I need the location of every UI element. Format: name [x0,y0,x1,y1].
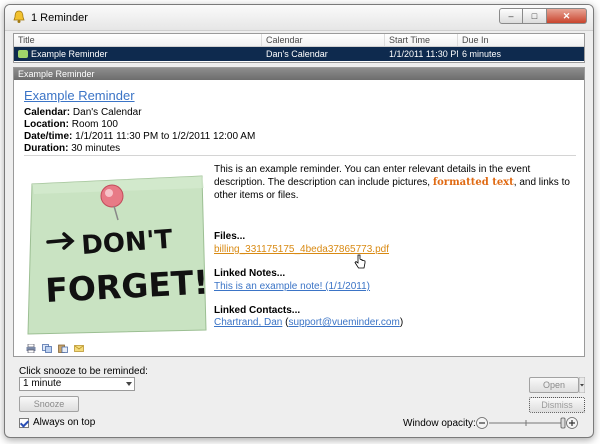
event-title-link[interactable]: Example Reminder [24,88,135,103]
linked-contact: Chartrand, Dan (support@vueminder.com) [214,317,404,328]
column-header-due-in[interactable]: Due In [458,34,584,46]
location-value: Room 100 [71,119,118,130]
email-icon[interactable] [74,344,84,353]
detail-header: Example Reminder [14,68,584,80]
window-opacity-label: Window opacity: [403,418,476,429]
list-row[interactable]: Example Reminder Dan's Calendar 1/1/2011… [14,47,584,61]
column-header-title[interactable]: Title [14,34,262,46]
close-button[interactable]: ✕ [547,8,587,24]
copy-icon[interactable] [42,344,52,353]
calendar-label: Calendar: [24,107,71,118]
minimize-button[interactable]: – [499,8,523,24]
reminder-window: 1 Reminder – □ ✕ Title Calendar Start Ti… [4,4,594,438]
column-header-calendar[interactable]: Calendar [262,34,385,46]
linked-note-link[interactable]: This is an example note! (1/1/2011) [214,281,370,292]
window-opacity-slider[interactable] [475,416,579,430]
snooze-label: Click snooze to be reminded: [19,366,148,377]
divider [24,155,576,156]
event-details: Calendar: Dan's Calendar Location: Room … [24,107,255,155]
duration-label: Duration: [24,143,69,154]
always-on-top-option[interactable]: Always on top [19,417,95,428]
snooze-duration-value: 1 minute [23,378,62,389]
formatted-text: formatted text [432,177,514,188]
datetime-label: Date/time: [24,131,73,142]
row-title: Example Reminder [31,49,108,59]
event-description: This is an example reminder. You can ent… [214,163,578,202]
linked-notes-label: Linked Notes... [214,268,286,279]
datetime-value: 1/1/2011 11:30 PM to 1/2/2011 12:00 AM [75,131,256,142]
contact-name-link[interactable]: Chartrand, Dan [214,317,282,328]
files-label: Files... [214,231,246,242]
snooze-button[interactable]: Snooze [19,396,79,412]
always-on-top-label: Always on top [33,417,96,428]
maximize-button[interactable]: □ [523,8,547,24]
dismiss-button[interactable]: Dismiss [529,397,585,413]
bell-icon [13,10,25,23]
window-title: 1 Reminder [31,12,88,24]
always-on-top-checkbox[interactable] [19,417,29,428]
snooze-duration-select[interactable]: 1 minute [19,377,135,391]
reminder-icon [18,50,28,58]
hand-cursor-icon [354,254,366,269]
detail-toolbar [26,344,84,353]
calendar-value: Dan's Calendar [72,107,142,118]
dont-forget-note-image: DON'T FORGET! [27,175,208,335]
contact-email-link[interactable]: support@vueminder.com [288,317,399,328]
chevron-down-icon [126,382,132,386]
open-button[interactable]: Open [529,377,579,393]
opacity-slider-thumb [560,417,566,429]
row-calendar: Dan's Calendar [266,49,328,59]
open-dropdown-icon[interactable] [579,377,585,393]
row-start-time: 1/1/2011 11:30 PM [389,49,458,59]
location-label: Location: [24,119,69,130]
title-bar[interactable]: 1 Reminder – □ ✕ [5,5,593,31]
list-header: Title Calendar Start Time Due In [14,34,584,47]
note-text-dont: DON'T [80,225,173,261]
reminder-list: Title Calendar Start Time Due In Example… [13,33,585,63]
detail-panel: Example Reminder Example Reminder Calend… [13,67,585,357]
column-header-start-time[interactable]: Start Time [385,34,458,46]
row-due-in: 6 minutes [462,49,502,59]
paste-icon[interactable] [58,344,68,353]
duration-value: 30 minutes [71,143,121,154]
print-icon[interactable] [26,344,36,353]
linked-contacts-label: Linked Contacts... [214,305,301,316]
